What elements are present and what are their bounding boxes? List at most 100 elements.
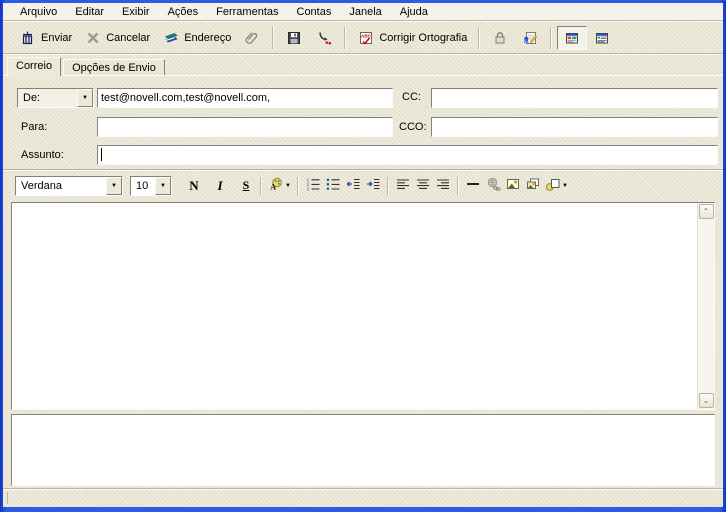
toolbar-separator xyxy=(456,176,459,195)
cancel-x-icon xyxy=(84,30,102,46)
scroll-down-button[interactable]: ⌄ xyxy=(698,393,714,408)
address-form: De: ▼ CC: Para: CCO: Assunto: xyxy=(3,76,723,169)
send-button[interactable]: Enviar xyxy=(13,26,78,50)
font-color-icon: A xyxy=(268,176,284,195)
route-button[interactable] xyxy=(309,26,339,50)
signature-button[interactable] xyxy=(515,26,545,50)
menu-arquivo[interactable]: Arquivo xyxy=(11,5,66,19)
insert-picture-icon xyxy=(525,176,541,195)
outdent-button[interactable] xyxy=(343,176,363,196)
align-center-button[interactable] xyxy=(413,176,433,196)
chevron-down-icon: ▼ xyxy=(561,182,568,189)
chevron-down-icon[interactable]: ▼ xyxy=(106,176,122,195)
toolbar-separator xyxy=(260,176,262,195)
scroll-up-button[interactable]: ⌃ xyxy=(698,204,714,219)
hyperlink-icon xyxy=(485,176,501,195)
main-toolbar: Enviar Cancelar Endereço ABC Corrigir Or… xyxy=(3,22,723,53)
svg-text:ABC: ABC xyxy=(361,33,372,38)
toolbar-separator xyxy=(344,26,347,49)
menu-janela[interactable]: Janela xyxy=(340,5,390,19)
cc-label: CC: xyxy=(402,91,421,103)
font-color-button[interactable]: A ▼ xyxy=(266,176,293,196)
message-body-input[interactable] xyxy=(12,203,697,409)
italic-button[interactable]: I xyxy=(210,176,230,196)
align-right-icon xyxy=(435,176,451,195)
align-left-icon xyxy=(395,176,411,195)
outdent-icon xyxy=(345,176,361,195)
font-family-value: Verdana xyxy=(21,179,62,192)
cancel-button[interactable]: Cancelar xyxy=(78,26,156,50)
hyperlink-button[interactable] xyxy=(483,176,503,196)
toolbar-separator xyxy=(296,176,299,195)
menu-bar: Arquivo Editar Exibir Ações Ferramentas … xyxy=(3,3,723,20)
insert-picture-button[interactable] xyxy=(523,176,543,196)
menu-editar[interactable]: Editar xyxy=(66,5,113,19)
paperclip-icon xyxy=(243,30,261,46)
insert-image-button[interactable] xyxy=(503,176,523,196)
send-label: Enviar xyxy=(41,31,73,44)
tab-correio[interactable]: Correio xyxy=(7,57,62,76)
vertical-scrollbar[interactable]: ⌃ ⌄ xyxy=(697,203,714,409)
menu-exibir[interactable]: Exibir xyxy=(113,5,159,19)
align-right-button[interactable] xyxy=(433,176,453,196)
address-book-icon xyxy=(162,30,180,46)
svg-text:A: A xyxy=(270,183,276,192)
spellcheck-label: Corrigir Ortografia xyxy=(379,31,468,44)
font-family-select[interactable]: Verdana ▼ xyxy=(15,175,123,196)
subject-label: Assunto: xyxy=(21,149,64,161)
html-view-button[interactable] xyxy=(557,25,588,50)
subject-input[interactable] xyxy=(97,145,718,165)
lock-icon xyxy=(491,30,509,46)
toolbar-separator xyxy=(272,26,275,49)
window-frame: Arquivo Editar Exibir Ações Ferramentas … xyxy=(0,0,726,512)
chevron-down-icon[interactable]: ▼ xyxy=(155,176,171,195)
attach-button[interactable] xyxy=(237,26,267,50)
chevron-down-icon[interactable]: ▼ xyxy=(77,89,93,107)
svg-text:3: 3 xyxy=(307,187,310,192)
signature-icon xyxy=(521,30,539,46)
plain-view-button[interactable] xyxy=(587,26,617,50)
address-button[interactable]: Endereço xyxy=(156,26,237,50)
html-view-icon xyxy=(563,30,581,46)
insert-object-button[interactable]: ▼ xyxy=(543,176,570,196)
from-label: De: xyxy=(23,92,41,104)
to-input[interactable] xyxy=(97,117,393,137)
cc-input[interactable] xyxy=(431,88,718,108)
numbered-list-button[interactable]: 123 xyxy=(303,176,323,196)
save-icon xyxy=(285,30,303,46)
bold-button[interactable]: N xyxy=(184,176,204,196)
align-left-button[interactable] xyxy=(393,176,413,196)
message-body-area: ⌃ ⌄ xyxy=(11,202,715,410)
lock-button[interactable] xyxy=(485,26,515,50)
font-size-value: 10 xyxy=(136,179,149,192)
toolbar-separator xyxy=(550,26,553,49)
menu-acoes[interactable]: Ações xyxy=(159,5,208,19)
horizontal-rule-icon xyxy=(465,176,481,195)
horizontal-rule-button[interactable] xyxy=(463,176,483,196)
insert-object-icon xyxy=(545,176,561,195)
cancel-label: Cancelar xyxy=(106,31,151,44)
bcc-input[interactable] xyxy=(431,117,718,137)
underline-button[interactable]: S xyxy=(236,176,256,196)
menu-ajuda[interactable]: Ajuda xyxy=(391,5,437,19)
format-toolbar: Verdana ▼ 10 ▼ N I S A ▼ 123 ▼ xyxy=(3,171,723,200)
tab-opcoes-de-envio[interactable]: Opções de Envio xyxy=(63,59,165,76)
bcc-label: CCO: xyxy=(399,121,427,133)
menu-ferramentas[interactable]: Ferramentas xyxy=(207,5,287,19)
bullet-list-icon xyxy=(325,176,341,195)
from-selector[interactable]: De: ▼ xyxy=(17,88,94,108)
compose-window: Arquivo Editar Exibir Ações Ferramentas … xyxy=(3,3,723,507)
menu-contas[interactable]: Contas xyxy=(288,5,341,19)
font-size-select[interactable]: 10 ▼ xyxy=(130,175,172,196)
status-bar xyxy=(3,488,723,507)
text-caret xyxy=(101,148,102,161)
attachment-list[interactable] xyxy=(11,414,715,486)
spellcheck-button[interactable]: ABC Corrigir Ortografia xyxy=(351,26,473,50)
route-icon xyxy=(315,30,333,46)
address-label: Endereço xyxy=(184,31,232,44)
bullet-list-button[interactable] xyxy=(323,176,343,196)
from-input[interactable] xyxy=(97,88,393,108)
save-button[interactable] xyxy=(279,26,309,50)
indent-button[interactable] xyxy=(363,176,383,196)
plain-view-icon xyxy=(593,30,611,46)
